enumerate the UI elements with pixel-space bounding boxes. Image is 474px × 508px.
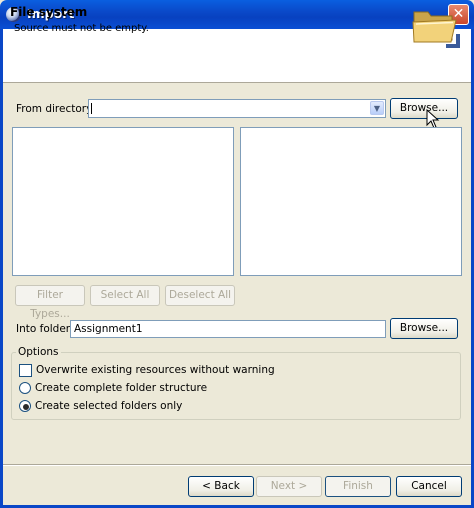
overwrite-checkbox[interactable] (19, 364, 32, 377)
into-folder-input[interactable]: Assignment1 (70, 320, 386, 338)
complete-structure-radio[interactable] (19, 382, 31, 394)
page-message: Source must not be empty. (14, 23, 149, 34)
mouse-pointer-icon (426, 109, 440, 129)
folder-icon (412, 11, 460, 48)
chevron-down-icon[interactable]: ▼ (370, 101, 384, 115)
from-directory-combo[interactable] (88, 99, 386, 118)
from-directory-browse-button[interactable]: Browse... (390, 98, 458, 119)
footer-separator (3, 464, 471, 466)
into-folder-browse-button[interactable]: Browse... (390, 318, 458, 339)
selected-folders-label[interactable]: Create selected folders only (35, 400, 182, 412)
page-title: File system (10, 5, 88, 19)
file-list-pane[interactable] (240, 127, 462, 276)
selected-folders-radio[interactable] (19, 400, 31, 412)
cancel-button[interactable]: Cancel (396, 476, 462, 497)
from-directory-label: From directory: (16, 103, 96, 115)
radio-selected-dot (23, 404, 29, 410)
into-folder-label: Into folder: (16, 323, 74, 335)
next-button[interactable]: Next > (256, 476, 322, 497)
filter-types-button[interactable]: Filter Types... (15, 285, 85, 320)
wizard-header (3, 29, 471, 83)
deselect-all-button[interactable]: Deselect All (165, 285, 235, 306)
back-button[interactable]: < Back (188, 476, 254, 497)
folder-tree-pane[interactable] (12, 127, 234, 276)
complete-structure-label[interactable]: Create complete folder structure (35, 382, 207, 394)
text-caret (91, 103, 92, 114)
options-legend: Options (16, 346, 61, 358)
overwrite-label[interactable]: Overwrite existing resources without war… (36, 364, 275, 376)
finish-button[interactable]: Finish (325, 476, 391, 497)
select-all-button[interactable]: Select All (90, 285, 160, 306)
